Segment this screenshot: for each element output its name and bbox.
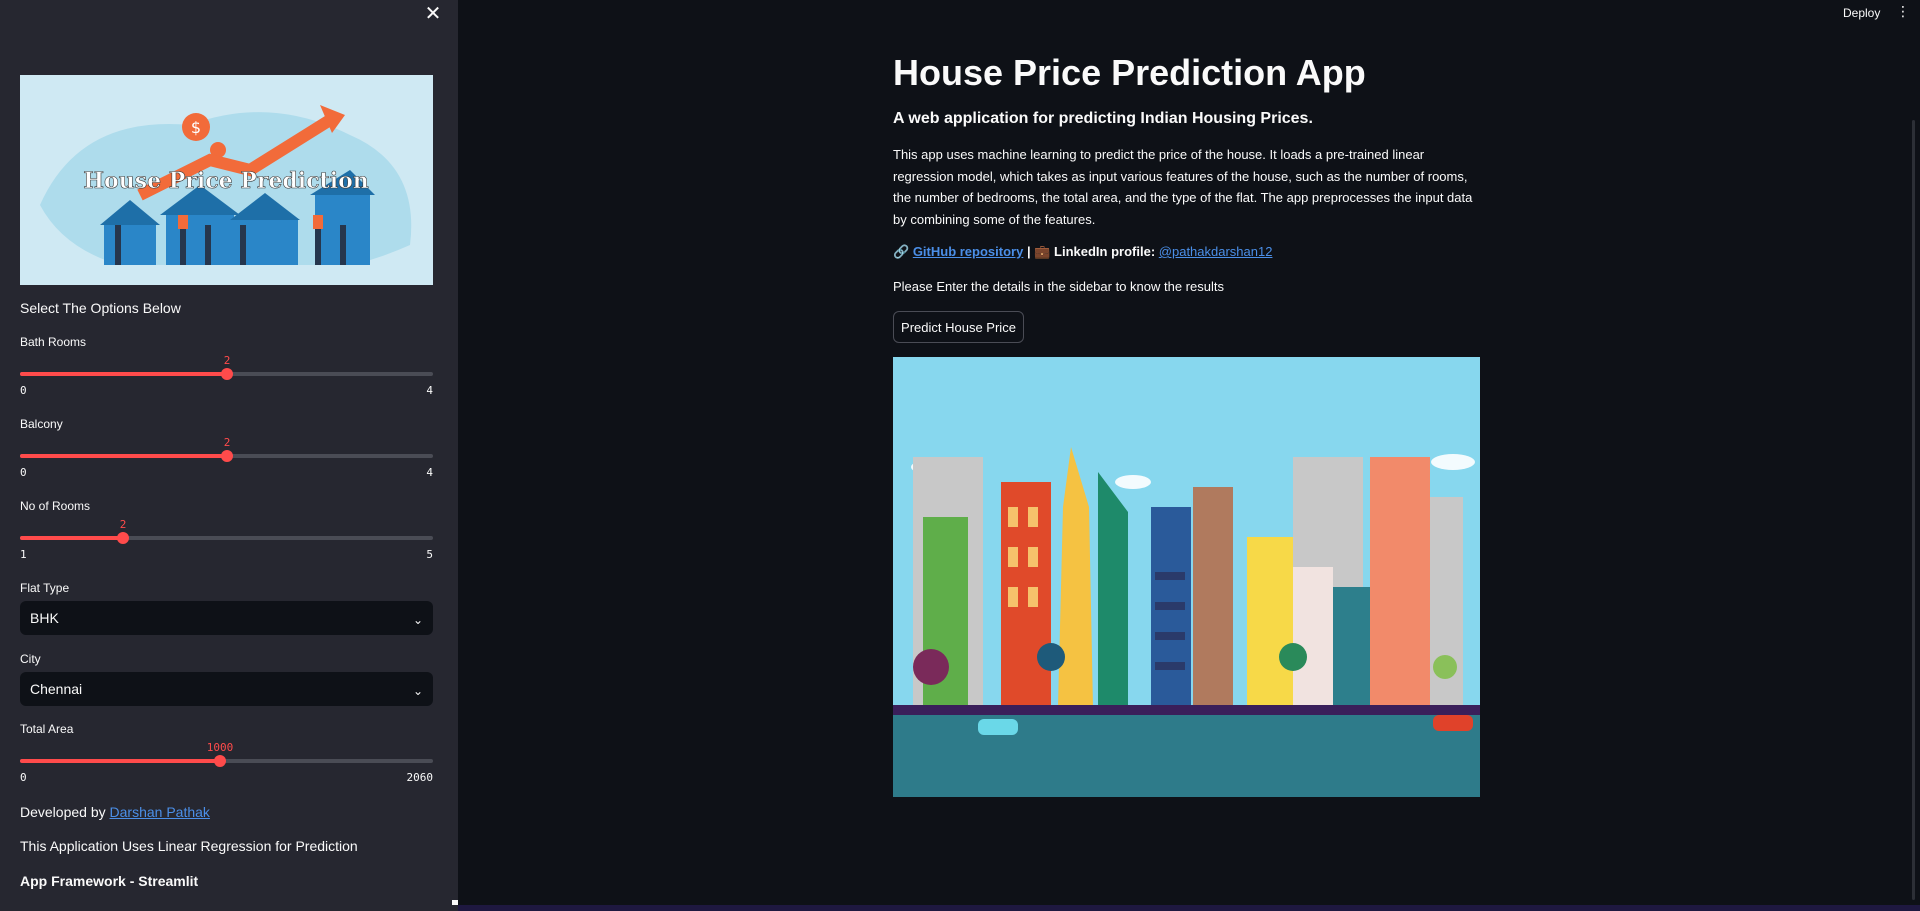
close-sidebar-icon[interactable]: ✕ (423, 4, 443, 24)
instruction-text: Please Enter the details in the sidebar … (893, 279, 1224, 294)
slider-thumb[interactable] (117, 532, 129, 544)
total-area-slider[interactable]: 1000 0 2060 (20, 741, 434, 784)
slider-min: 1 (20, 548, 27, 561)
slider-max: 4 (426, 466, 433, 479)
scrollbar[interactable] (1912, 120, 1915, 900)
city-label: City (20, 652, 41, 666)
briefcase-icon: 💼 (1034, 244, 1051, 259)
more-vertical-icon[interactable]: ⋮ (1896, 4, 1910, 18)
page-title: House Price Prediction App (893, 52, 1366, 93)
bottom-bar (458, 905, 1920, 911)
rooms-label: No of Rooms (20, 499, 91, 513)
slider-thumb[interactable] (221, 450, 233, 462)
chevron-down-icon: ⌄ (413, 684, 424, 698)
predict-button[interactable]: Predict House Price (893, 311, 1024, 343)
slider-fill (20, 454, 227, 458)
flat-type-select[interactable]: BHK ⌄ (20, 601, 433, 635)
chevron-down-icon: ⌄ (413, 613, 424, 627)
flat-type-value: BHK (30, 610, 59, 626)
developed-by: Developed by Darshan Pathak (20, 804, 210, 820)
balcony-slider[interactable]: 2 0 4 (20, 436, 433, 479)
slider-fill (20, 536, 123, 540)
developer-link[interactable]: Darshan Pathak (110, 804, 210, 820)
slider-thumb[interactable] (214, 755, 226, 767)
sidebar: ✕ $ House Price Prediction Select The Op… (0, 0, 458, 911)
total-area-label: Total Area (20, 722, 74, 736)
slider-value: 2 (119, 518, 127, 531)
bath-rooms-slider[interactable]: 2 0 4 (20, 354, 433, 397)
slider-min: 0 (20, 771, 27, 784)
flat-type-label: Flat Type (20, 581, 70, 595)
slider-max: 2060 (406, 771, 434, 784)
uses-text: This Application Uses Linear Regression … (20, 838, 358, 854)
slider-thumb[interactable] (221, 368, 233, 380)
city-illustration (893, 357, 1480, 797)
separator: | (1026, 244, 1031, 259)
slider-fill (20, 372, 227, 376)
rooms-slider[interactable]: 2 1 5 (20, 518, 433, 561)
slider-max: 4 (426, 384, 433, 397)
deploy-button[interactable]: Deploy (1843, 6, 1880, 20)
linkedin-label: LinkedIn profile: (1054, 244, 1156, 259)
app-description: This app uses machine learning to predic… (893, 147, 1473, 227)
links-row: 🔗 GitHub repository | 💼 LinkedIn profile… (893, 244, 1272, 260)
slider-value: 2 (223, 354, 231, 367)
github-link[interactable]: GitHub repository (913, 244, 1024, 259)
balcony-label: Balcony (20, 417, 63, 431)
banner-title: House Price Prediction (83, 168, 369, 194)
slider-value: 1000 (206, 741, 234, 754)
slider-value: 2 (223, 436, 231, 449)
slider-fill (20, 759, 220, 763)
bath-rooms-label: Bath Rooms (20, 335, 87, 349)
svg-text:$: $ (191, 118, 201, 137)
linkedin-link[interactable]: @pathakdarshan12 (1159, 244, 1273, 259)
page-subtitle: A web application for predicting Indian … (893, 110, 1313, 127)
city-select[interactable]: Chennai ⌄ (20, 672, 433, 706)
sidebar-heading: Select The Options Below (20, 300, 181, 316)
slider-max: 5 (426, 548, 433, 561)
link-icon: 🔗 (893, 244, 910, 259)
framework-text: App Framework - Streamlit (20, 873, 199, 889)
banner-image: $ House Price Prediction (20, 75, 433, 285)
city-value: Chennai (30, 681, 83, 697)
slider-min: 0 (20, 384, 27, 397)
developed-by-label: Developed by (20, 804, 106, 820)
slider-min: 0 (20, 466, 27, 479)
